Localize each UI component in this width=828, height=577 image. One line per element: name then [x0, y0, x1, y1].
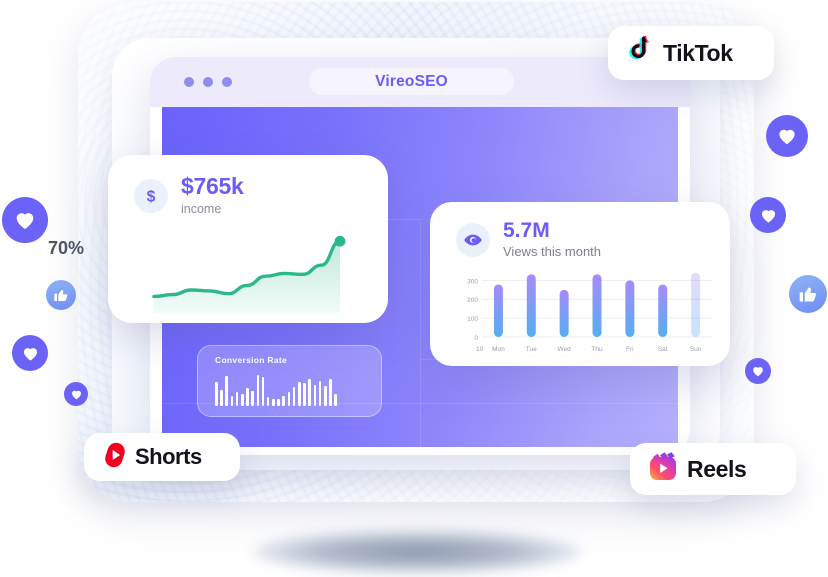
svg-text:Tue: Tue [526, 346, 537, 353]
conversion-bar [272, 399, 275, 406]
svg-text:Mon: Mon [492, 346, 505, 353]
svg-text:Fri: Fri [626, 346, 634, 353]
conversion-bar [251, 391, 254, 406]
conversion-bar [240, 394, 244, 406]
views-label: Views this month [503, 244, 602, 259]
conversion-bar [292, 387, 296, 406]
views-bar-chart: 0 100 200 300 10 Mon Tue Wed Thu Fri Sat Sun [467, 272, 712, 353]
conversion-bar [225, 376, 228, 406]
window-dot[interactable] [222, 77, 232, 87]
badge-tiktok[interactable]: TikTok [608, 26, 774, 80]
address-bar[interactable]: VireoSEO [309, 68, 514, 95]
svg-text:Thu: Thu [591, 346, 603, 353]
eye-icon [456, 222, 490, 257]
instagram-reels-icon [648, 451, 678, 487]
svg-text:$: $ [147, 188, 156, 205]
youtube-shorts-icon [102, 441, 128, 474]
badge-label: Shorts [135, 444, 202, 469]
decor-line [420, 219, 421, 447]
conversion-rate-bars [215, 372, 365, 406]
svg-text:10: 10 [476, 346, 484, 353]
income-label: income [181, 202, 222, 216]
conversion-bar [261, 376, 265, 406]
badge-label: TikTok [663, 39, 733, 66]
heart-reaction-icon [766, 115, 808, 157]
views-card-header: 5.7M Views this month [430, 202, 730, 259]
conversion-rate-card: Conversion Rate [197, 345, 382, 417]
heart-reaction-icon [750, 197, 786, 233]
illustration-stage: VireoSEO Conversion Rate $ $765k income [0, 0, 828, 577]
conversion-bar [230, 395, 234, 406]
window-controls[interactable] [184, 77, 232, 87]
conversion-bar [298, 381, 301, 406]
conversion-bar [313, 384, 317, 406]
conversion-bar [215, 381, 218, 406]
conversion-bar [329, 378, 332, 406]
badge-reels[interactable]: Reels [630, 443, 796, 495]
conversion-rate-title: Conversion Rate [215, 355, 288, 365]
heart-reaction-icon [12, 335, 48, 371]
income-value: $765k [181, 173, 244, 199]
heart-reaction-icon [745, 358, 771, 384]
svg-text:Sun: Sun [690, 346, 702, 353]
badge-label: Reels [687, 455, 747, 482]
conversion-bar [235, 392, 239, 406]
badge-shorts[interactable]: Shorts [84, 433, 240, 481]
dollar-icon: $ [134, 178, 168, 213]
conversion-bar [318, 380, 322, 406]
conversion-bar [323, 386, 327, 406]
heart-reaction-icon [64, 382, 88, 406]
views-card: 5.7M Views this month 0 100 200 300 10 Mon Tue… [430, 202, 730, 366]
ground-shadow [252, 530, 582, 574]
income-percent-label: 70% [48, 238, 85, 258]
svg-text:Sat: Sat [658, 346, 668, 353]
income-card: $ $765k income [108, 155, 388, 323]
address-bar-title: VireoSEO [375, 72, 448, 90]
conversion-bar [246, 388, 249, 406]
conversion-bar [308, 378, 311, 406]
tiktok-icon [628, 35, 654, 71]
conversion-bar [287, 392, 291, 406]
svg-text:200: 200 [467, 297, 478, 304]
views-value: 5.7M [503, 219, 550, 242]
conversion-bar [334, 393, 337, 406]
svg-text:0: 0 [474, 335, 478, 342]
income-area-chart [152, 235, 346, 313]
thumbs-up-reaction-icon [46, 280, 76, 310]
income-card-header: $ $765k income [108, 155, 388, 216]
svg-text:100: 100 [467, 316, 478, 323]
conversion-bar [266, 397, 270, 406]
conversion-bar [303, 382, 306, 406]
svg-text:Wed: Wed [558, 346, 572, 353]
conversion-bar [256, 374, 260, 406]
thumbs-up-reaction-icon [789, 275, 827, 313]
window-dot[interactable] [203, 77, 213, 87]
window-dot[interactable] [184, 77, 194, 87]
conversion-bar [277, 398, 280, 406]
conversion-bar [282, 395, 286, 406]
svg-text:300: 300 [467, 278, 478, 285]
heart-reaction-icon [2, 197, 48, 243]
conversion-bar [220, 390, 223, 406]
